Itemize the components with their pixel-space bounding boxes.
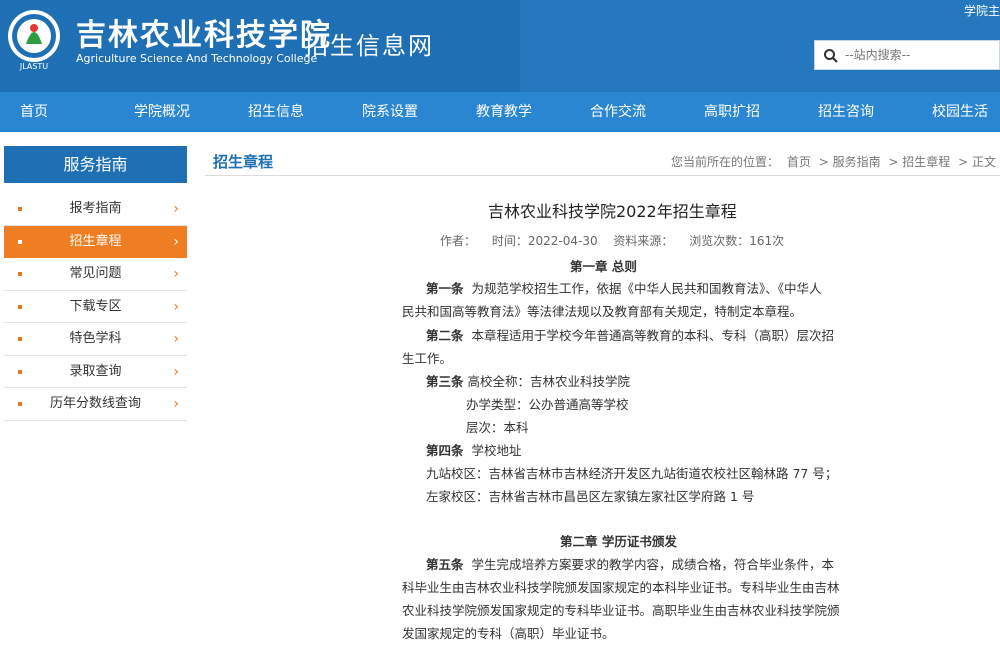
chevron-right-icon: › xyxy=(173,201,179,217)
section-title: 招生章程 xyxy=(213,153,274,171)
main-nav: 首页 学院概况 招生信息 院系设置 教育教学 合作交流 高职扩招 招生咨询 校园… xyxy=(0,92,1000,132)
article-label: 第一条 xyxy=(426,281,464,296)
paragraph-line: 民共和国高等教育法》等法律法规以及教育部有关规定，特制定本章程。 xyxy=(402,304,803,319)
breadcrumb-service-guide[interactable]: > 服务指南 xyxy=(819,155,881,169)
article-meta: 作者： 时间：2022-04-30 资料来源： 浏览次数：161次 xyxy=(440,232,796,249)
chapter-heading: 第二章 学历证书颁发 xyxy=(560,534,677,549)
school-name-en: Agriculture Science And Technology Colle… xyxy=(76,52,318,65)
article-label: 第三条 xyxy=(426,374,464,389)
sidebar-item-label: 特色学科 xyxy=(69,331,122,346)
breadcrumb-current: > 正文 xyxy=(958,155,996,169)
chevron-right-icon: › xyxy=(173,331,179,347)
sidebar-item-label: 下载专区 xyxy=(69,298,122,314)
breadcrumb: 您当前所在的位置： 首页 > 服务指南 > 招生章程 > 正文 xyxy=(667,153,996,170)
paragraph-line: 农业科技学院颁发国家规定的专科毕业证书。高职毕业生由吉林农业科技学院颁 xyxy=(402,603,840,618)
nav-item-overview[interactable]: 学院概况 xyxy=(134,92,190,132)
article-title: 吉林农业科技学院2022年招生章程 xyxy=(488,202,737,221)
nav-item-departments[interactable]: 院系设置 xyxy=(362,92,418,132)
nav-item-cooperation[interactable]: 合作交流 xyxy=(590,92,646,132)
nav-item-admission-info[interactable]: 招生信息 xyxy=(248,92,304,132)
meta-author: 作者： xyxy=(440,234,477,248)
nav-item-vocational[interactable]: 高职扩招 xyxy=(704,92,760,132)
search-box[interactable] xyxy=(814,40,1000,70)
meta-source: 资料来源： xyxy=(613,234,674,248)
chapter-heading: 第一章 总则 xyxy=(570,259,637,274)
paragraph-line: 左家校区：吉林省吉林市昌邑区左家镇左家社区学府路 1 号 xyxy=(426,489,755,504)
paragraph-line: 九站校区：吉林省吉林市吉林经济开发区九站街道农校社区翰林路 77 号； xyxy=(426,466,838,481)
nav-item-teaching[interactable]: 教育教学 xyxy=(476,92,532,132)
paragraph-line: 发国家规定的专科（高职）毕业证书。 xyxy=(402,626,615,641)
paragraph-line: 第五条 学生完成培养方案要求的教学内容，成绩合格，符合毕业条件，本 xyxy=(426,557,835,572)
site-name: 招生信息网 xyxy=(304,32,434,60)
paragraph-line: 办学类型：公办普通高等学校 xyxy=(466,397,629,412)
meta-views: 浏览次数：161次 xyxy=(689,234,785,248)
school-name-cn: 吉林农业科技学院 xyxy=(76,18,332,53)
nav-item-consult[interactable]: 招生咨询 xyxy=(818,92,874,132)
paragraph-line: 第二条 本章程适用于学校今年普通高等教育的本科、专科（高职）层次招 xyxy=(426,328,835,343)
sidebar-item-admission-query[interactable]: 录取查询 › xyxy=(4,356,187,388)
paragraph-line: 第三条 高校全称：吉林农业科技学院 xyxy=(426,374,631,389)
sidebar-item-label: 常见问题 xyxy=(69,266,122,281)
sidebar-item-downloads[interactable]: 下载专区 › xyxy=(4,291,187,323)
school-logo[interactable]: JLASTU xyxy=(6,6,62,72)
sidebar-item-label: 报考指南 xyxy=(69,201,122,216)
sidebar-item-admission-charter[interactable]: 招生章程 › xyxy=(4,225,187,258)
logo-text: JLASTU xyxy=(19,62,48,71)
sidebar-item-application-guide[interactable]: 报考指南 › xyxy=(4,193,187,226)
chevron-right-icon: › xyxy=(173,266,179,282)
sidebar-item-label: 招生章程 xyxy=(69,233,122,249)
article-label: 第二条 xyxy=(426,328,464,343)
sidebar-item-faq[interactable]: 常见问题 › xyxy=(4,258,187,291)
meta-time: 时间：2022-04-30 xyxy=(491,234,598,248)
chevron-right-icon: › xyxy=(173,298,179,315)
search-input[interactable] xyxy=(845,45,995,65)
site-header: JLASTU 吉林农业科技学院 Agriculture Science And … xyxy=(0,0,1000,92)
sidebar-item-label: 历年分数线查询 xyxy=(49,396,141,411)
nav-item-campus-life[interactable]: 校园生活 xyxy=(932,92,988,132)
sidebar-item-score-lines[interactable]: 历年分数线查询 › xyxy=(4,388,187,421)
breadcrumb-prefix: 您当前所在的位置： xyxy=(671,155,780,169)
paragraph-line: 第四条 学校地址 xyxy=(426,443,522,458)
paragraph-line: 层次：本科 xyxy=(466,420,529,435)
chevron-right-icon: › xyxy=(173,363,179,380)
sidebar-item-label: 录取查询 xyxy=(69,363,122,379)
article-label: 第四条 xyxy=(426,443,464,458)
college-home-link[interactable]: 学院主 xyxy=(964,2,1000,19)
article-label: 第五条 xyxy=(426,557,464,572)
nav-item-home[interactable]: 首页 xyxy=(20,92,48,132)
paragraph-line: 生工作。 xyxy=(402,351,453,366)
chevron-right-icon: › xyxy=(173,233,179,250)
breadcrumb-home[interactable]: 首页 xyxy=(787,155,811,169)
paragraph-line: 科毕业生由吉林农业科技学院颁发国家规定的本科毕业证书。专科毕业生由吉林 xyxy=(402,580,840,595)
breadcrumb-admission-charter[interactable]: > 招生章程 xyxy=(888,155,950,169)
sidebar-list: 报考指南 › 招生章程 › 常见问题 › 下载专区 › 特色学科 › 录取查询 … xyxy=(4,193,187,421)
sidebar-title: 服务指南 xyxy=(4,146,187,183)
search-icon[interactable] xyxy=(823,48,839,64)
sidebar-item-featured-disciplines[interactable]: 特色学科 › xyxy=(4,323,187,356)
content-header: 招生章程 您当前所在的位置： 首页 > 服务指南 > 招生章程 > 正文 xyxy=(205,146,1000,176)
chevron-right-icon: › xyxy=(173,396,179,412)
paragraph-line: 第一条 为规范学校招生工作，依据《中华人民共和国教育法》、《中华人 xyxy=(426,281,822,296)
sidebar: 服务指南 报考指南 › 招生章程 › 常见问题 › 下载专区 › 特色学科 › xyxy=(4,146,187,421)
